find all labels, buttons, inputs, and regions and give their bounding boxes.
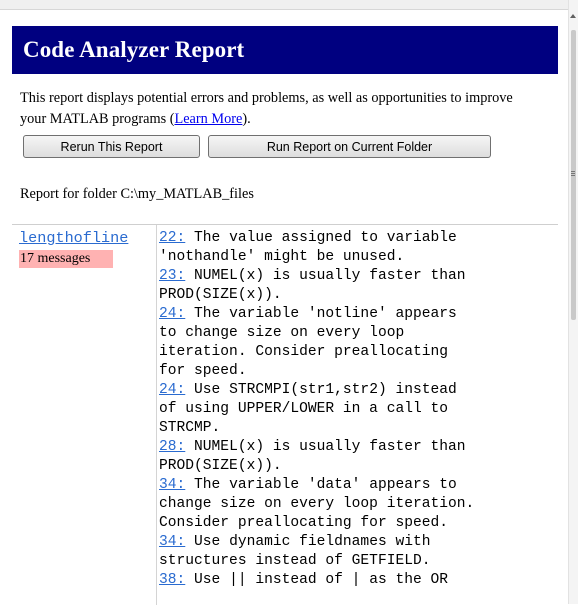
messages-cell: 22: The value assigned to variable 'noth… (159, 229, 554, 590)
line-number-link[interactable]: 34: (159, 477, 185, 493)
file-link[interactable]: lengthofline (19, 229, 154, 248)
message-text: The value assigned to variable 'nothandl… (159, 230, 457, 265)
line-number-link[interactable]: 23: (159, 268, 185, 284)
message-text: NUMEL(x) is usually faster than PROD(SIZ… (159, 268, 466, 303)
line-number-link[interactable]: 24: (159, 306, 185, 322)
folder-path: Report for folder C:\my_MATLAB_files (20, 186, 254, 202)
description-end: ). (242, 111, 251, 127)
message-text: The variable 'notline' appears to change… (159, 306, 457, 379)
report-title: Code Analyzer Report (23, 37, 245, 62)
message-text: NUMEL(x) is usually faster than PROD(SIZ… (159, 439, 466, 474)
window-top-edge (0, 0, 578, 10)
message-item: 23: NUMEL(x) is usually faster than PROD… (159, 267, 554, 305)
run-current-folder-button[interactable]: Run Report on Current Folder (208, 135, 491, 158)
report-content: Code Analyzer Report This report display… (12, 26, 558, 605)
message-item: 34: The variable 'data' appears to chang… (159, 476, 554, 533)
line-number-link[interactable]: 24: (159, 382, 185, 398)
learn-more-link[interactable]: Learn More (174, 111, 242, 127)
message-text: Use || instead of | as the OR (185, 572, 449, 588)
report-title-bar: Code Analyzer Report (12, 26, 558, 74)
vertical-scrollbar[interactable] (568, 0, 578, 604)
line-number-link[interactable]: 22: (159, 230, 185, 246)
message-item: 28: NUMEL(x) is usually faster than PROD… (159, 438, 554, 476)
message-text: Use dynamic fieldnames with structures i… (159, 534, 431, 569)
line-number-link[interactable]: 38: (159, 572, 185, 588)
message-item: 24: Use STRCMPI(str1,str2) instead of us… (159, 381, 554, 438)
report-description: This report displays potential errors an… (20, 88, 540, 130)
results-table: lengthofline 17 messages 22: The value a… (12, 225, 558, 605)
line-number-link[interactable]: 28: (159, 439, 185, 455)
rerun-report-button[interactable]: Rerun This Report (23, 135, 200, 158)
column-divider (156, 225, 157, 605)
line-number-link[interactable]: 34: (159, 534, 185, 550)
message-text: The variable 'data' appears to change si… (159, 477, 475, 531)
grip-icon (571, 171, 575, 177)
message-text: Use STRCMPI(str1,str2) instead of using … (159, 382, 457, 436)
scroll-up-arrow-icon[interactable] (570, 14, 576, 18)
message-item: 34: Use dynamic fieldnames with structur… (159, 533, 554, 571)
message-item: 24: The variable 'notline' appears to ch… (159, 305, 554, 381)
file-cell: lengthofline 17 messages (19, 225, 154, 268)
description-text: This report displays potential errors an… (20, 90, 513, 127)
message-item: 22: The value assigned to variable 'noth… (159, 229, 554, 267)
message-count-badge: 17 messages (19, 250, 114, 268)
message-item: 38: Use || instead of | as the OR (159, 571, 554, 590)
